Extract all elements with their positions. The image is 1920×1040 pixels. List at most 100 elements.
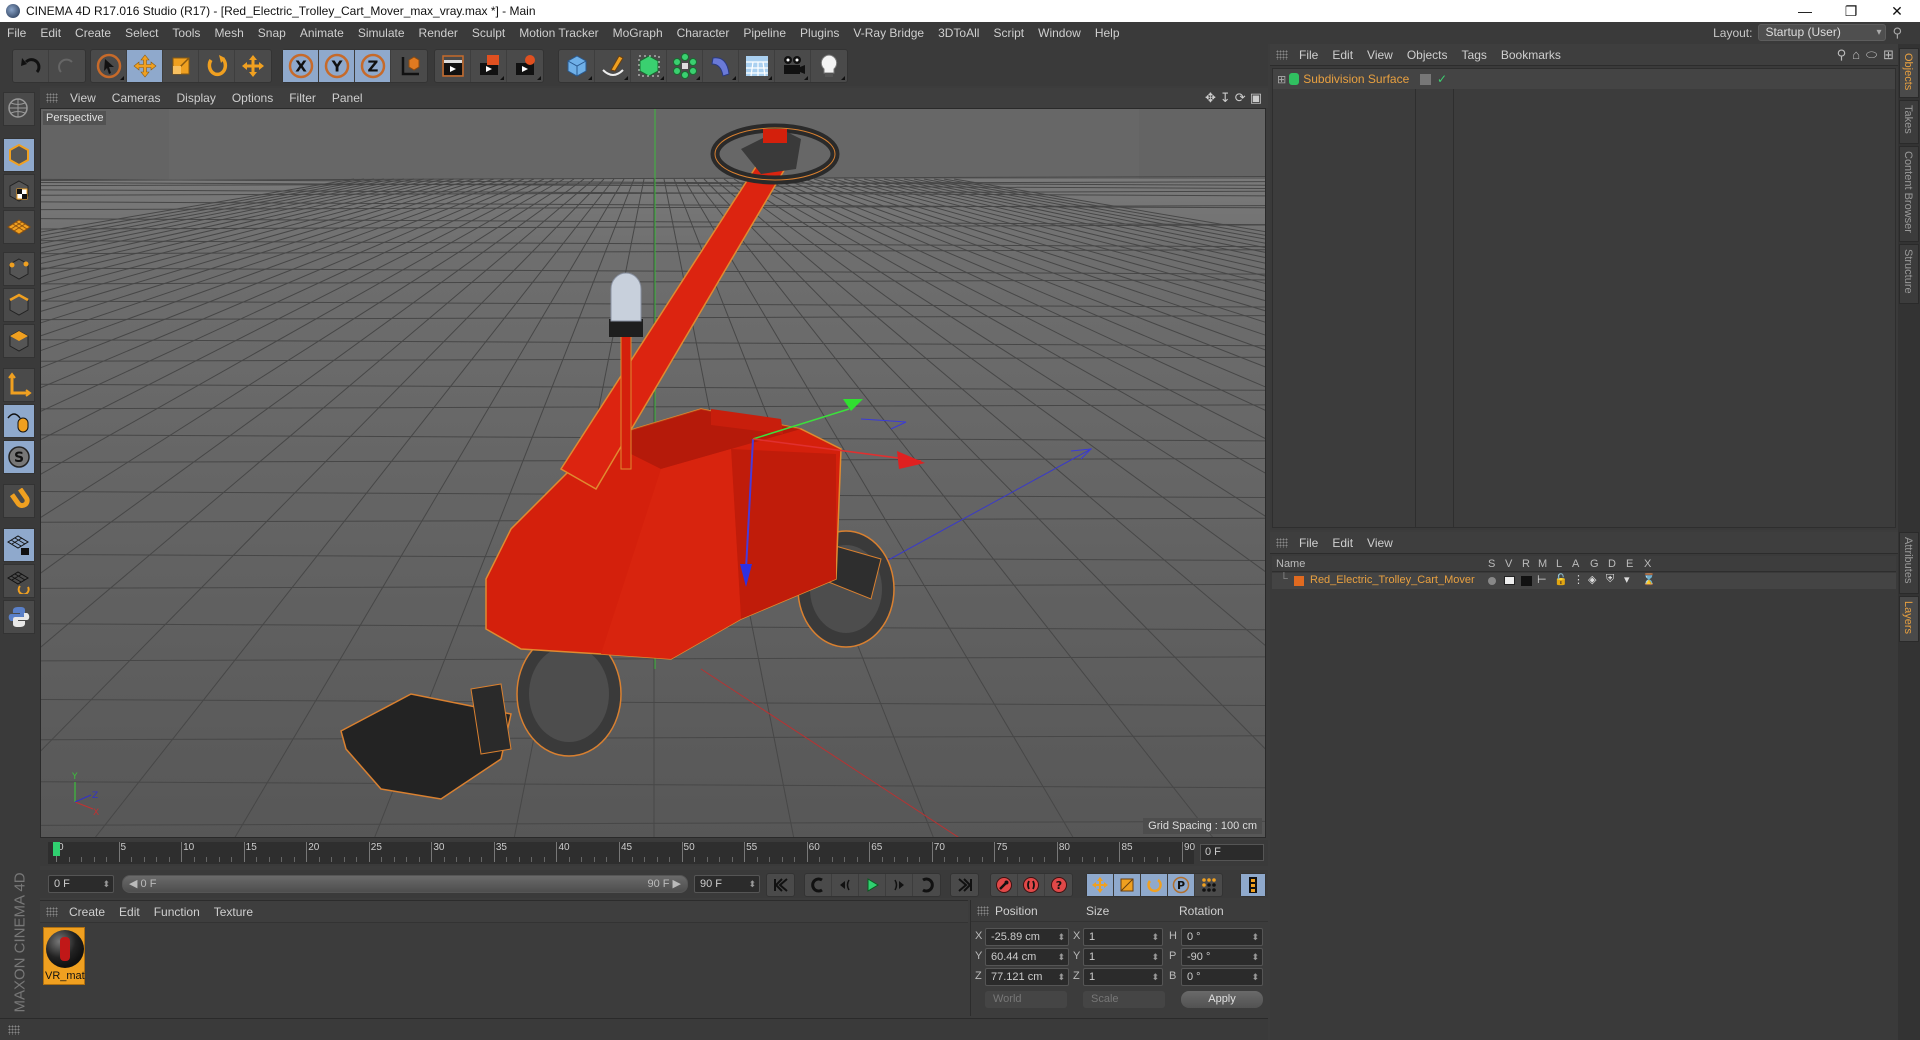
menu-vray-bridge[interactable]: V-Ray Bridge bbox=[846, 26, 931, 40]
layer-tag-icon[interactable] bbox=[1420, 73, 1431, 85]
menu-select[interactable]: Select bbox=[118, 26, 165, 40]
menu-3dtoall[interactable]: 3DToAll bbox=[931, 26, 986, 40]
key-rotate-icon[interactable] bbox=[1141, 874, 1168, 896]
menu-sculpt[interactable]: Sculpt bbox=[465, 26, 512, 40]
deformer-icon[interactable] bbox=[703, 50, 739, 82]
object-menu-objects[interactable]: Objects bbox=[1400, 48, 1455, 62]
viewport-menu-options[interactable]: Options bbox=[224, 91, 281, 105]
menu-tools[interactable]: Tools bbox=[165, 26, 207, 40]
object-menu-view[interactable]: View bbox=[1360, 48, 1400, 62]
key-move-icon[interactable] bbox=[1087, 874, 1114, 896]
snap-icon[interactable] bbox=[3, 484, 35, 518]
restore-button[interactable]: ❐ bbox=[1828, 0, 1874, 22]
dolly-icon[interactable]: ↧ bbox=[1220, 90, 1231, 106]
xrefs-toggle-icon[interactable]: ⌛ bbox=[1642, 573, 1656, 586]
orbit-icon[interactable]: ⟳ bbox=[1235, 90, 1246, 106]
menu-render[interactable]: Render bbox=[412, 26, 465, 40]
column-expressions[interactable]: E bbox=[1626, 558, 1633, 570]
panel-grip-icon[interactable] bbox=[46, 906, 58, 917]
material-menu-create[interactable]: Create bbox=[62, 905, 112, 919]
menu-script[interactable]: Script bbox=[986, 26, 1031, 40]
scale-icon[interactable] bbox=[163, 50, 199, 82]
minimize-button[interactable]: — bbox=[1782, 0, 1828, 22]
last-tool-icon[interactable] bbox=[235, 50, 271, 82]
cube-icon[interactable] bbox=[559, 50, 595, 82]
previous-frame-icon[interactable] bbox=[832, 874, 859, 896]
viewport-menu-display[interactable]: Display bbox=[168, 91, 223, 105]
object-menu-tags[interactable]: Tags bbox=[1455, 48, 1494, 62]
key-scale-icon[interactable] bbox=[1114, 874, 1141, 896]
menu-pipeline[interactable]: Pipeline bbox=[736, 26, 793, 40]
viewport-menu-panel[interactable]: Panel bbox=[324, 91, 371, 105]
next-key-icon[interactable] bbox=[913, 874, 940, 896]
menu-window[interactable]: Window bbox=[1031, 26, 1088, 40]
menu-file[interactable]: File bbox=[0, 26, 33, 40]
menu-edit[interactable]: Edit bbox=[33, 26, 68, 40]
column-animation[interactable]: A bbox=[1572, 558, 1579, 570]
polygons-mode-icon[interactable] bbox=[3, 324, 35, 358]
edges-mode-icon[interactable] bbox=[3, 288, 35, 322]
animation-toggle-icon[interactable]: ⋮ bbox=[1573, 573, 1584, 586]
key-param-icon[interactable]: P bbox=[1168, 874, 1195, 896]
current-frame-field[interactable]: 0 F bbox=[1200, 844, 1264, 861]
home-icon[interactable]: ⌂ bbox=[1852, 47, 1860, 63]
edit-render-settings-icon[interactable] bbox=[507, 50, 543, 82]
camera-icon[interactable] bbox=[775, 50, 811, 82]
menu-plugins[interactable]: Plugins bbox=[793, 26, 846, 40]
previous-key-icon[interactable] bbox=[805, 874, 832, 896]
position-z-field[interactable]: 77.121 cm bbox=[985, 968, 1069, 986]
rotation-p-field[interactable]: -90 ° bbox=[1181, 948, 1263, 966]
record-icon[interactable] bbox=[991, 874, 1018, 896]
view-toggle-icon[interactable] bbox=[1504, 576, 1515, 585]
layer-color-swatch[interactable] bbox=[1294, 576, 1304, 586]
coordinate-system-icon[interactable] bbox=[391, 50, 427, 82]
model-mode-icon[interactable] bbox=[3, 138, 35, 172]
lock-toggle-icon[interactable]: 🔓 bbox=[1554, 573, 1568, 586]
column-name[interactable]: Name bbox=[1276, 558, 1305, 570]
keyframe-selection-icon[interactable]: ? bbox=[1045, 874, 1072, 896]
material-swatch[interactable]: VR_mat bbox=[43, 927, 85, 985]
live-selection-icon[interactable] bbox=[91, 50, 127, 82]
menu-character[interactable]: Character bbox=[670, 26, 737, 40]
material-menu-edit[interactable]: Edit bbox=[112, 905, 147, 919]
rotation-b-field[interactable]: 0 ° bbox=[1181, 968, 1263, 986]
tweak-mode-icon[interactable] bbox=[3, 404, 35, 438]
new-panel-icon[interactable]: ⊞ bbox=[1883, 47, 1894, 63]
next-frame-icon[interactable] bbox=[886, 874, 913, 896]
column-xrefs[interactable]: X bbox=[1644, 558, 1651, 570]
render-picture-viewer-icon[interactable] bbox=[471, 50, 507, 82]
render-toggle-icon[interactable] bbox=[1521, 576, 1532, 586]
expand-icon[interactable]: ⊞ bbox=[1277, 73, 1286, 86]
object-menu-edit[interactable]: Edit bbox=[1325, 48, 1360, 62]
tab-takes[interactable]: Takes bbox=[1899, 100, 1919, 144]
solo-icon[interactable]: S bbox=[3, 440, 35, 474]
menu-simulate[interactable]: Simulate bbox=[351, 26, 412, 40]
points-mode-icon[interactable] bbox=[3, 252, 35, 286]
tab-attributes[interactable]: Attributes bbox=[1899, 532, 1919, 594]
menu-create[interactable]: Create bbox=[68, 26, 118, 40]
workplane-align-icon[interactable] bbox=[3, 564, 35, 598]
enabled-check-icon[interactable]: ✓ bbox=[1437, 72, 1447, 86]
viewport-menu-cameras[interactable]: Cameras bbox=[104, 91, 169, 105]
pen-spline-icon[interactable] bbox=[595, 50, 631, 82]
generators-toggle-icon[interactable]: ◈ bbox=[1588, 573, 1596, 586]
render-view-icon[interactable] bbox=[435, 50, 471, 82]
x-axis-lock-icon[interactable]: X bbox=[283, 50, 319, 82]
column-solo[interactable]: S bbox=[1488, 558, 1495, 570]
end-frame-field[interactable]: 90 F bbox=[694, 875, 760, 893]
layer-menu-edit[interactable]: Edit bbox=[1325, 536, 1360, 550]
apply-button[interactable]: Apply bbox=[1181, 991, 1263, 1008]
object-row[interactable]: ⊞ Subdivision Surface ✓ bbox=[1273, 69, 1895, 89]
position-x-field[interactable]: -25.89 cm bbox=[985, 928, 1069, 946]
redo-icon[interactable] bbox=[49, 50, 85, 82]
column-manager[interactable]: M bbox=[1538, 558, 1547, 570]
panel-grip-icon[interactable] bbox=[1276, 537, 1288, 548]
material-menu-function[interactable]: Function bbox=[147, 905, 207, 919]
layout-select[interactable]: Startup (User) bbox=[1758, 24, 1887, 41]
tab-structure[interactable]: Structure bbox=[1899, 244, 1919, 304]
position-y-field[interactable]: 60.44 cm bbox=[985, 948, 1069, 966]
array-icon[interactable] bbox=[667, 50, 703, 82]
layer-name[interactable]: Red_Electric_Trolley_Cart_Mover bbox=[1310, 574, 1475, 586]
y-axis-lock-icon[interactable]: Y bbox=[319, 50, 355, 82]
solo-toggle-icon[interactable] bbox=[1488, 577, 1496, 585]
